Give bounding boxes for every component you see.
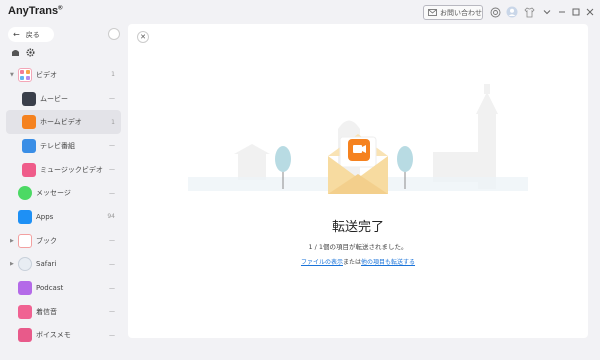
account-icon[interactable] — [505, 5, 519, 19]
sidebar-item-count: 94 — [107, 213, 115, 221]
podcast-icon — [18, 281, 32, 296]
sidebar-item-label: Podcast — [36, 284, 64, 293]
device-icons — [11, 48, 35, 57]
sidebar-item-label: ホームビデオ — [40, 118, 82, 127]
transfer-complete-panel: ✕ 転送完了 1 / 1個の項目が転送されました。 ファイルの表示または他の項目… — [128, 24, 588, 338]
clapperboard-icon — [22, 91, 36, 106]
sidebar-item-safari[interactable]: ▶ Safari — — [0, 253, 127, 277]
sidebar-item-count: 1 — [111, 71, 115, 79]
close-icon[interactable]: ✕ — [137, 31, 149, 43]
app-title: AnyTrans® — [8, 5, 63, 17]
sidebar-item-count: — — [109, 142, 115, 150]
sidebar-item-podcast[interactable]: Podcast — — [0, 276, 127, 300]
voice-memo-icon — [18, 328, 32, 343]
message-icon — [18, 186, 32, 201]
sidebar: ← 戻る ▼ ビデオ 1 ムービー — ホームビデオ 1 テレビ番組 — ミュー… — [0, 24, 127, 360]
title-bar: AnyTrans® お問い合わせ — [0, 0, 600, 24]
sidebar-item-label: Apps — [36, 212, 54, 221]
sidebar-item-count: — — [109, 284, 115, 292]
sidebar-item-tv-show[interactable]: テレビ番組 — — [0, 134, 127, 158]
sidebar-item-label: ムービー — [40, 94, 68, 103]
video-folder-icon — [18, 67, 32, 82]
safari-icon — [18, 257, 32, 272]
transfer-other-link[interactable]: 他の項目も転送する — [361, 259, 415, 266]
sidebar-item-count: — — [109, 260, 115, 268]
category-list: ▼ ビデオ 1 ムービー — ホームビデオ 1 テレビ番組 — ミュージックビデ… — [0, 63, 127, 347]
maximize-icon[interactable] — [569, 5, 583, 19]
back-button[interactable]: ← 戻る — [8, 27, 54, 42]
sidebar-item-count: — — [109, 189, 115, 197]
sidebar-item-label: ミュージックビデオ — [40, 165, 103, 174]
tv-icon — [22, 138, 36, 153]
contact-label: お問い合わせ — [440, 8, 482, 17]
help-icon[interactable] — [488, 5, 502, 19]
sidebar-item-label: ボイスメモ — [36, 331, 71, 340]
expand-icon[interactable]: ▶ — [10, 238, 14, 244]
sidebar-item-ringtone[interactable]: 着信音 — — [0, 300, 127, 324]
gear-icon[interactable] — [26, 48, 35, 57]
music-video-icon — [22, 162, 36, 177]
sidebar-item-count: — — [109, 166, 115, 174]
transfer-complete-illustration — [188, 84, 528, 194]
sidebar-item-count: — — [109, 331, 115, 339]
android-icon[interactable] — [11, 48, 20, 57]
sidebar-item-count: — — [109, 237, 115, 245]
post-transfer-links: ファイルの表示または他の項目も転送する — [128, 257, 588, 266]
ringtone-icon — [18, 304, 32, 319]
sidebar-item-apps[interactable]: Apps 94 — [0, 205, 127, 229]
sidebar-item-music-video[interactable]: ミュージックビデオ — — [0, 158, 127, 182]
transfer-result-message: 1 / 1個の項目が転送されました。 — [308, 243, 408, 251]
sidebar-item-label: テレビ番組 — [40, 141, 75, 150]
expand-icon[interactable]: ▶ — [10, 261, 14, 267]
close-symbol: ✕ — [140, 33, 146, 41]
sidebar-item-count: — — [109, 308, 115, 316]
sidebar-item-voice-memo[interactable]: ボイスメモ — — [0, 324, 127, 348]
contact-button[interactable]: お問い合わせ — [423, 5, 483, 20]
shirt-icon[interactable] — [522, 5, 536, 19]
back-arrow-icon: ← — [13, 30, 20, 39]
mail-icon — [428, 9, 437, 16]
sidebar-item-home-video[interactable]: ホームビデオ 1 — [6, 110, 121, 135]
sidebar-item-movie[interactable]: ムービー — — [0, 87, 127, 111]
app-store-icon — [18, 209, 32, 224]
sidebar-item-label: ブック — [36, 236, 57, 245]
books-icon — [18, 233, 32, 248]
link-connector: または — [342, 259, 361, 266]
minimize-icon[interactable] — [555, 5, 569, 19]
expand-icon[interactable]: ▼ — [10, 72, 14, 78]
close-window-icon[interactable] — [583, 5, 597, 19]
sidebar-item-books[interactable]: ▶ ブック — — [0, 229, 127, 253]
sidebar-item-label: メッセージ — [36, 189, 71, 198]
view-file-link[interactable]: ファイルの表示 — [301, 259, 343, 266]
sidebar-item-count: — — [109, 95, 115, 103]
sidebar-item-label: ビデオ — [36, 70, 57, 79]
chevron-down-icon[interactable] — [540, 5, 554, 19]
sidebar-item-video[interactable]: ▼ ビデオ 1 — [0, 63, 127, 87]
sidebar-item-messages[interactable]: メッセージ — — [0, 181, 127, 205]
sidebar-item-count: 1 — [111, 118, 115, 126]
transfer-complete-title: 転送完了 — [331, 220, 384, 235]
sidebar-item-label: 着信音 — [36, 307, 57, 316]
home-video-icon — [22, 115, 36, 130]
sidebar-item-label: Safari — [36, 260, 57, 269]
back-label: 戻る — [25, 30, 40, 39]
refresh-icon[interactable] — [108, 28, 120, 40]
